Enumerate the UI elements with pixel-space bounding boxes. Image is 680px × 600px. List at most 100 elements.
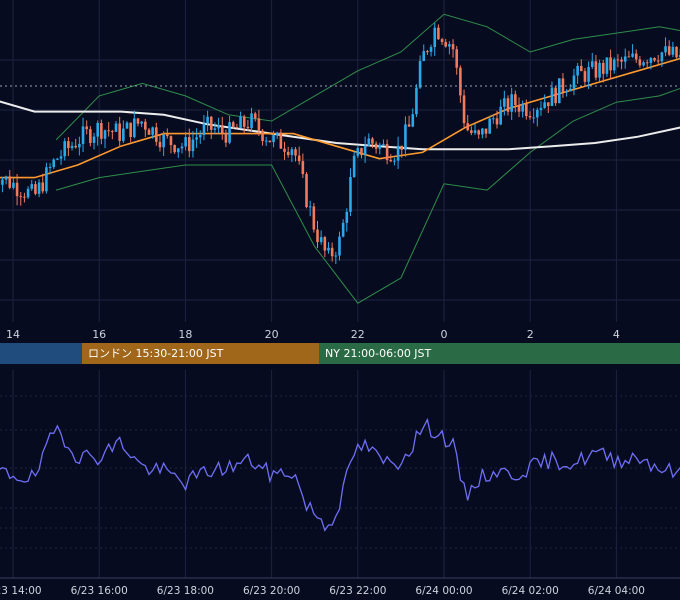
candle-body-49	[169, 136, 173, 146]
candle-body-108	[385, 144, 389, 160]
candle-body-115	[411, 114, 415, 127]
candle-body-40	[136, 118, 140, 124]
candle-body-95	[338, 236, 341, 256]
time-axis-tick-label-1: 6/23 16:00	[71, 585, 128, 597]
candle-body-149	[536, 109, 539, 118]
candle-body-106	[378, 144, 382, 149]
time-axis-tick-label-3: 6/23 20:00	[243, 585, 300, 597]
candle-body-24	[78, 143, 81, 148]
candle-body-56	[195, 137, 198, 140]
candle-body-117	[418, 61, 422, 88]
candle-body-30	[100, 122, 103, 139]
candle-body-77	[272, 135, 275, 143]
candle-body-185	[667, 46, 671, 55]
candle-body-66	[231, 122, 235, 127]
candle-body-57	[198, 135, 202, 138]
candle-body-26	[85, 126, 89, 130]
candle-body-119	[426, 51, 429, 53]
candle-body-150	[539, 107, 543, 110]
candle-body-182	[656, 60, 660, 62]
candle-body-62	[217, 125, 220, 129]
candle-body-102	[363, 145, 367, 156]
candle-body-67	[235, 126, 239, 129]
price-axis-tick-label-4: 22	[351, 328, 365, 341]
candle-body-64	[224, 133, 228, 143]
candle-body-129	[462, 95, 466, 124]
candle-body-159	[572, 75, 576, 89]
candle-body-29	[96, 122, 99, 137]
candle-body-122	[437, 27, 440, 40]
time-axis-tick-label-4: 6/23 22:00	[329, 585, 386, 597]
candle-body-8	[19, 196, 23, 198]
candle-body-85	[301, 161, 305, 175]
candle-body-16	[48, 167, 52, 169]
candle-body-173	[623, 56, 627, 62]
candle-body-151	[543, 102, 546, 108]
candle-body-63	[220, 125, 224, 134]
candle-body-60	[209, 116, 213, 130]
candle-body-166	[598, 62, 601, 78]
candle-body-109	[389, 159, 393, 162]
candle-body-68	[239, 116, 242, 129]
time-axis-tick-label-7: 6/24 04:00	[588, 585, 645, 597]
candle-body-176	[634, 53, 638, 60]
candle-body-187	[675, 46, 678, 58]
candle-body-9	[23, 196, 26, 198]
candle-body-37	[125, 122, 129, 129]
candle-body-111	[396, 145, 400, 161]
candle-body-155	[557, 78, 561, 104]
candle-body-170	[612, 59, 616, 71]
candle-body-91	[323, 237, 327, 251]
candle-body-14	[41, 182, 45, 192]
candle-body-65	[228, 122, 231, 143]
candle-body-4	[4, 176, 8, 180]
candle-body-107	[382, 144, 385, 146]
candle-body-157	[565, 91, 568, 93]
price-axis-tick-label-3: 20	[265, 328, 279, 341]
candle-body-124	[444, 41, 448, 47]
candle-body-54	[187, 137, 191, 152]
candle-body-101	[360, 148, 363, 156]
candle-body-163	[587, 66, 590, 82]
candle-body-58	[202, 123, 206, 136]
candle-body-171	[616, 59, 620, 61]
candle-body-47	[162, 134, 165, 148]
candle-body-160	[576, 65, 579, 76]
candle-body-28	[92, 136, 96, 143]
candle-body-38	[129, 122, 132, 138]
candle-body-104	[371, 138, 374, 144]
candle-body-15	[45, 167, 48, 192]
candle-body-80	[283, 148, 286, 152]
candle-body-52	[180, 146, 184, 149]
candle-body-148	[532, 117, 535, 119]
candle-body-22	[70, 145, 74, 149]
candle-body-44	[151, 127, 154, 135]
candle-body-31	[103, 130, 107, 139]
candle-body-51	[176, 148, 180, 153]
session-london-band: ロンドン 15:30-21:00 JST	[82, 343, 319, 364]
candle-body-161	[579, 65, 583, 72]
candle-body-72	[253, 113, 257, 119]
candle-body-174	[627, 56, 631, 58]
candle-body-41	[140, 121, 143, 124]
candle-body-180	[649, 57, 653, 63]
candle-body-121	[433, 27, 437, 48]
candle-body-125	[448, 44, 451, 47]
candle-body-21	[67, 141, 70, 149]
candle-body-46	[158, 141, 162, 148]
candle-body-17	[52, 159, 56, 168]
candle-body-92	[327, 247, 330, 251]
candle-body-43	[147, 129, 151, 135]
session-tokyo-band	[0, 343, 82, 364]
candle-body-55	[191, 139, 195, 152]
time-axis-tick-label-2: 6/23 18:00	[157, 585, 214, 597]
candle-body-162	[583, 71, 587, 82]
candle-body-112	[400, 145, 404, 150]
candle-body-136	[488, 118, 491, 134]
candle-body-186	[671, 46, 675, 55]
price-axis-tick-label-1: 16	[92, 328, 106, 341]
candle-body-140	[503, 98, 506, 107]
candle-body-50	[173, 145, 176, 153]
candle-body-131	[470, 130, 473, 134]
candle-body-48	[165, 134, 169, 137]
